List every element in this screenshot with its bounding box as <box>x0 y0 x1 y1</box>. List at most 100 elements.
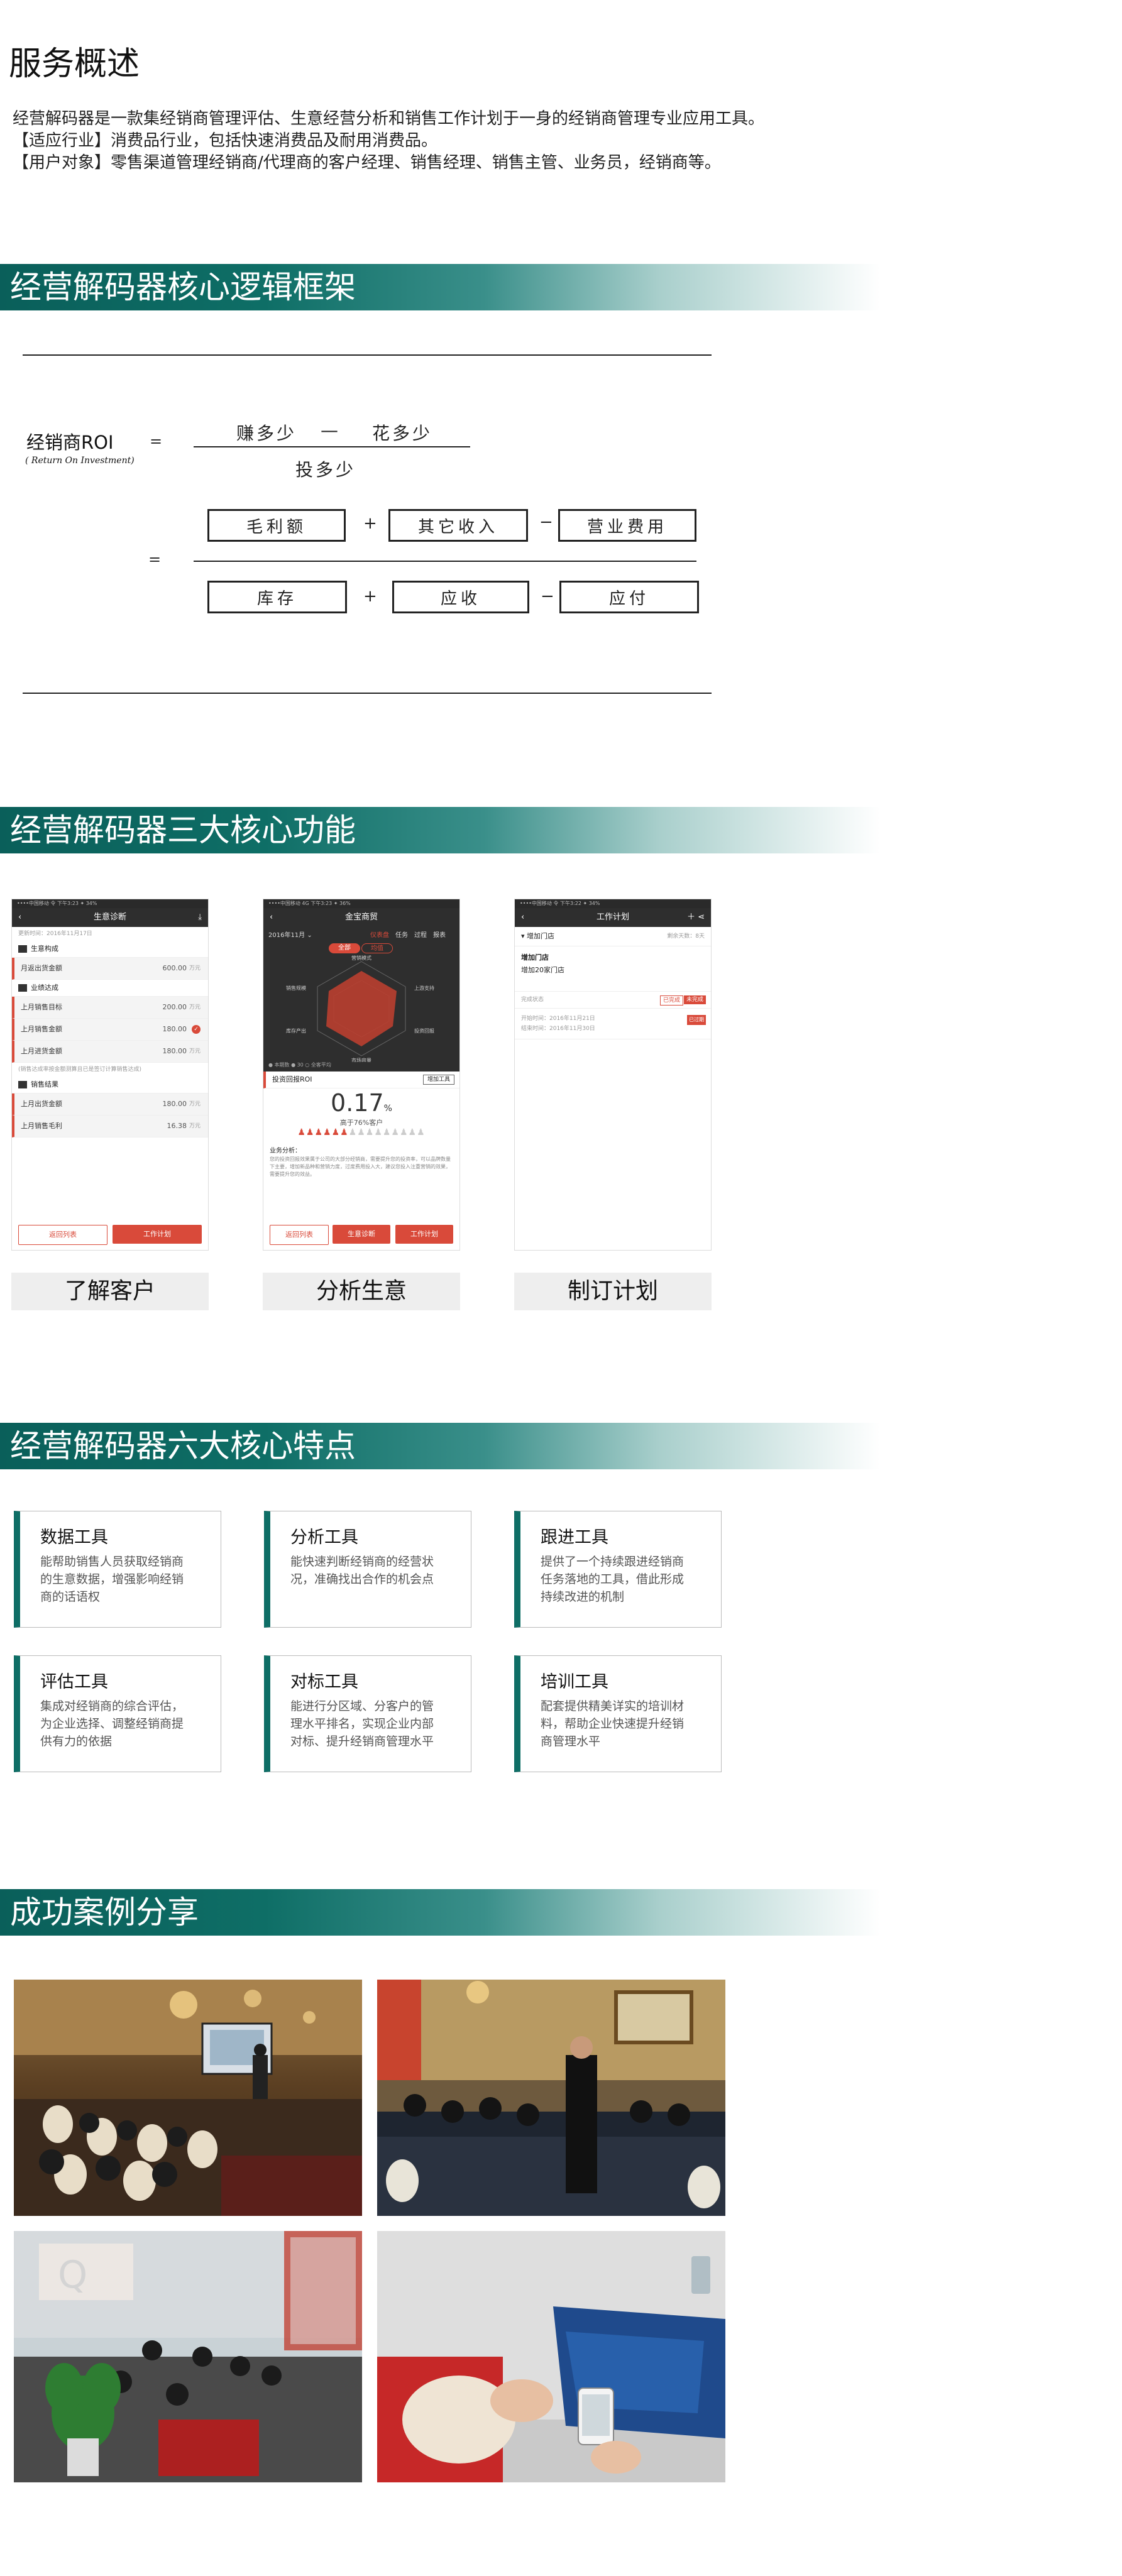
back-icon[interactable]: ‹ <box>521 908 524 927</box>
roi-label: 经销商ROI <box>26 432 114 453</box>
month-selector[interactable]: 2016年11月 ⌄ <box>268 929 312 939</box>
analysis-text: 您的投资回报效果属于公司的大部分经销商，需要提升您的投资率，可以品牌数量下主要，… <box>270 1156 451 1177</box>
feature-card-data: 数据工具 能帮助销售人员获取经销商 的生意数据，增强影响经销 商的话语权 <box>14 1511 221 1628</box>
plan-item[interactable]: 增加门店 增加20家门店 <box>515 946 711 992</box>
row-label: 上月销售金额 <box>21 1025 62 1033</box>
back-to-list-button[interactable]: 返回列表 <box>18 1225 107 1245</box>
section-header[interactable]: 销售结果 <box>12 1077 208 1093</box>
status-bar: ••••中国移动 令 下午3:22 ✦ 34% <box>515 899 711 908</box>
target-icon <box>18 984 27 992</box>
radar-label: 营销模式 <box>351 955 371 961</box>
feature-card-training: 培训工具 配套提供精美详实的培训材 料，帮助企业快速提升经销 商管理水平 <box>514 1655 722 1772</box>
dashboard-panel: 2016年11月 ⌄ 仪表盘 任务 过程 报表 全部 均值 营销模式 上游支持 … <box>263 927 459 1072</box>
data-row[interactable]: 上月销售目标 200.00 万元 <box>12 997 208 1019</box>
people-icons: ♟♟♟♟♟♟♟♟♟♟♟♟♟♟♟ <box>297 1127 426 1137</box>
roi-subtitle: ( Return On Investment) <box>25 456 135 466</box>
plus-sign: + <box>363 587 377 606</box>
divider <box>23 693 712 694</box>
data-row[interactable]: 上月销售金额 180.00 ✓ <box>12 1019 208 1041</box>
back-icon[interactable]: ‹ <box>270 908 273 927</box>
back-to-list-button[interactable]: 返回列表 <box>270 1225 329 1245</box>
work-plan-button[interactable]: 工作计划 <box>113 1225 202 1244</box>
nav-title: 工作计划 <box>596 913 629 922</box>
fraction-line-top <box>194 446 470 447</box>
plus-sign: + <box>363 514 377 533</box>
phone-screenshot-analysis: ••••中国移动 4G 下午3:23 ✦ 36% ‹ 金宝商贸 2016年11月… <box>263 899 460 1251</box>
photo-illustration: Q <box>14 2231 362 2482</box>
tab-dashboard[interactable]: 仪表盘 <box>370 929 389 939</box>
export-icon[interactable]: ⤓ <box>198 908 202 927</box>
back-icon[interactable]: ‹ <box>18 908 21 927</box>
section-title: 经营解码器六大核心特点 <box>10 1428 356 1464</box>
roi-unit: % <box>383 1104 392 1114</box>
tab-tasks[interactable]: 任务 <box>395 929 408 939</box>
tab-reports[interactable]: 报表 <box>433 929 446 939</box>
status-undone-button[interactable]: 未完成 <box>683 995 706 1004</box>
plan-section-header[interactable]: ▾ 增加门店 剩余天数：8天 <box>515 927 711 946</box>
feature-desc: 能帮助销售人员获取经销商 的生意数据，增强影响经销 商的话语权 <box>40 1555 184 1604</box>
work-plan-button[interactable]: 工作计划 <box>395 1225 453 1244</box>
phone-screenshot-plan: ••••中国移动 令 下午3:22 ✦ 34% ‹ 工作计划 ＋ ⋖ ▾ 增加门… <box>514 899 712 1251</box>
nav-title: 金宝商贸 <box>344 913 378 922</box>
equals-sign: = <box>150 432 163 450</box>
caption-make-plan: 制订计划 <box>514 1273 712 1310</box>
button-bar: 返回列表 工作计划 <box>12 1225 208 1246</box>
radar-label: 销售规模 <box>286 985 306 991</box>
tab-process[interactable]: 过程 <box>414 929 427 939</box>
status-done-button[interactable]: 已完成 <box>659 995 683 1006</box>
feature-desc: 集成对经销商的综合评估， 为企业选择、调整经销商提 供有力的依据 <box>40 1699 184 1748</box>
data-row[interactable]: 月返出货金额 600.00 万元 <box>12 958 208 980</box>
nav-bar: ‹ 金宝商贸 <box>263 908 459 927</box>
overview-text: 经营解码器是一款集经销商管理评估、生意经营分析和销售工作计划于一身的经销商管理专… <box>13 108 764 174</box>
radar-label: 投资回报 <box>414 1028 434 1034</box>
feature-desc: 能进行分区域、分客户的管 理水平排名，实现企业内部 对标、提升经销商管理水平 <box>290 1699 434 1748</box>
svg-text:Q: Q <box>58 2253 87 2297</box>
row-value: 180.00 <box>162 1100 187 1108</box>
section-header[interactable]: 业绩达成 <box>12 980 208 997</box>
feature-title: 跟进工具 <box>541 1528 608 1547</box>
minus-sign: − <box>539 513 553 532</box>
data-row[interactable]: 上月出货金额 180.00 万元 <box>12 1093 208 1115</box>
row-label: 上月销售毛利 <box>21 1122 62 1130</box>
case-photo-training-room <box>14 1980 362 2216</box>
row-label: 上月出货金额 <box>21 1100 62 1108</box>
section-title: 经营解码器三大核心功能 <box>10 812 356 848</box>
section-banner-cases: 成功案例分享 <box>0 1889 880 1936</box>
button-bar: 返回列表 生意诊断 工作计划 <box>263 1225 459 1246</box>
other-income-box: 其它收入 <box>388 509 528 542</box>
feature-desc: 配套提供精美详实的培训材 料，帮助企业快速提升经销 商管理水平 <box>541 1699 685 1748</box>
section-label: 增加门店 <box>527 932 555 940</box>
update-time: 更新时间：2016年11月17日 <box>18 931 92 937</box>
add-share-icon[interactable]: ＋ ⋖ <box>687 908 705 927</box>
feature-title: 分析工具 <box>290 1528 358 1547</box>
add-tool-button[interactable]: 增加工具 <box>422 1075 454 1085</box>
start-date: 开始时间：2016年11月21日 <box>521 1016 595 1022</box>
section-title: 成功案例分享 <box>10 1894 199 1931</box>
row-label: 上月进货金额 <box>21 1047 62 1055</box>
overview-line: 【用户对象】零售渠道管理经销商/代理商的客户经理、销售经理、销售主管、业务员，经… <box>13 153 721 172</box>
divider <box>23 354 712 356</box>
fraction-line-main <box>194 561 696 562</box>
status-row: 完成状态 已完成 未完成 <box>515 992 711 1009</box>
status-bar: ••••中国移动 令 下午3:23 ✦ 34% <box>12 899 208 908</box>
data-row[interactable]: 上月进货金额 180.00 万元 <box>12 1041 208 1063</box>
radar-label: 上游支持 <box>414 985 434 991</box>
status-label: 完成状态 <box>521 997 544 1003</box>
plan-item-title: 增加门店 <box>521 953 549 962</box>
feature-card-benchmark: 对标工具 能进行分区域、分客户的管 理水平排名，实现企业内部 对标、提升经销商管理水… <box>264 1655 471 1772</box>
section-header[interactable]: 生意构成 <box>12 941 208 958</box>
data-row[interactable]: 上月销售毛利 16.38 万元 <box>12 1115 208 1137</box>
row-value: 600.00 <box>162 964 187 972</box>
roi-value-block: 0.17% <box>263 1088 459 1117</box>
plan-dates: 开始时间：2016年11月21日 结束时间：2016年11月30日 已过期 <box>515 1009 711 1039</box>
plan-item-desc: 增加20家门店 <box>521 966 564 974</box>
expand-icon: ▾ <box>521 932 527 940</box>
equals-sign: = <box>148 551 162 568</box>
roi-header: 投资回报ROI 增加工具 <box>263 1072 459 1088</box>
chart-icon <box>18 945 27 953</box>
diagnosis-button[interactable]: 生意诊断 <box>333 1225 390 1244</box>
row-value: 16.38 <box>167 1122 187 1130</box>
section-label: 销售结果 <box>31 1080 58 1088</box>
status-bar: ••••中国移动 4G 下午3:23 ✦ 36% <box>263 899 459 908</box>
section-banner-features: 经营解码器六大核心特点 <box>0 1423 880 1469</box>
